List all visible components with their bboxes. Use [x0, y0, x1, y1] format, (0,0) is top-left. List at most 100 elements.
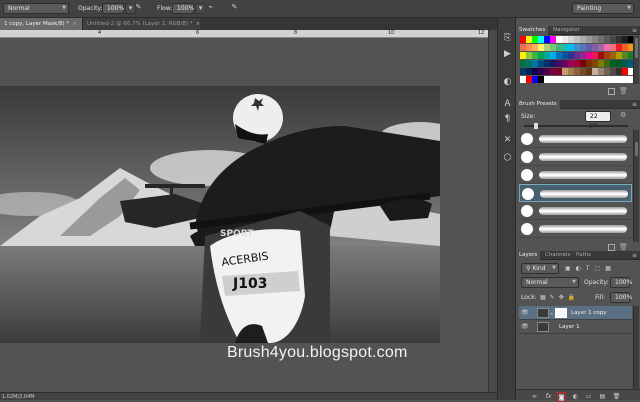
color-swatch[interactable]: [592, 52, 598, 60]
color-swatch[interactable]: [598, 76, 604, 84]
tab-layer-mask-document[interactable]: 1 copy, Layer Mask/8) * ×: [0, 18, 82, 30]
new-swatch-icon[interactable]: [608, 88, 615, 95]
panel-menu-icon[interactable]: ≡: [632, 251, 637, 260]
color-swatch[interactable]: [550, 76, 556, 84]
color-swatch[interactable]: [604, 36, 610, 44]
color-icon[interactable]: ◐: [501, 76, 514, 89]
pressure-size-icon[interactable]: ✎: [229, 3, 240, 14]
pressure-opacity-icon[interactable]: ✎: [133, 3, 144, 14]
color-swatch[interactable]: [550, 44, 556, 52]
color-swatch[interactable]: [598, 36, 604, 44]
color-swatch[interactable]: [544, 68, 550, 76]
color-swatch[interactable]: [598, 68, 604, 76]
layer-blend-select[interactable]: Normal ▼: [521, 277, 579, 288]
color-swatch[interactable]: [592, 60, 598, 68]
tab-untitled-2[interactable]: Untitled-2 @ 66.7% (Layer 2, RGB/8) * ×: [82, 18, 200, 30]
panel-menu-icon[interactable]: ≡: [632, 100, 637, 109]
color-swatch[interactable]: [592, 76, 598, 84]
panel-menu-icon[interactable]: ≡: [632, 26, 637, 35]
color-swatch[interactable]: [616, 68, 622, 76]
color-swatch[interactable]: [520, 44, 526, 52]
color-swatch[interactable]: [568, 68, 574, 76]
color-swatch[interactable]: [574, 76, 580, 84]
swatches-scrollbar[interactable]: [633, 36, 639, 84]
chain-link-icon[interactable]: ∞: [550, 311, 553, 316]
color-swatch[interactable]: [520, 52, 526, 60]
tab-paths[interactable]: Paths: [573, 251, 594, 260]
color-swatch[interactable]: [526, 44, 532, 52]
fill-input[interactable]: 100%: [610, 292, 632, 303]
color-swatch[interactable]: [556, 68, 562, 76]
brush-preset-item[interactable]: [519, 220, 632, 238]
color-swatch[interactable]: [586, 44, 592, 52]
color-swatch[interactable]: [580, 76, 586, 84]
brush-preset-item[interactable]: [519, 166, 632, 184]
color-swatch[interactable]: [574, 52, 580, 60]
color-swatch[interactable]: [610, 36, 616, 44]
color-swatch[interactable]: [520, 68, 526, 76]
color-swatch[interactable]: [580, 52, 586, 60]
tab-channels[interactable]: Channels: [542, 251, 573, 260]
color-swatch[interactable]: [556, 52, 562, 60]
new-brush-icon[interactable]: [608, 244, 615, 251]
color-swatch[interactable]: [520, 60, 526, 68]
brush-size-input[interactable]: 22 px: [585, 111, 611, 129]
color-swatch[interactable]: [562, 52, 568, 60]
color-swatch[interactable]: [574, 44, 580, 52]
color-swatch[interactable]: [550, 52, 556, 60]
color-swatch[interactable]: [562, 68, 568, 76]
close-icon[interactable]: ×: [196, 21, 201, 27]
color-swatch[interactable]: [586, 60, 592, 68]
color-swatch[interactable]: [532, 36, 538, 44]
swatches-grid[interactable]: [520, 36, 634, 84]
color-swatch[interactable]: [562, 76, 568, 84]
color-swatch[interactable]: [562, 44, 568, 52]
color-swatch[interactable]: [586, 52, 592, 60]
color-swatch[interactable]: [622, 76, 628, 84]
color-swatch[interactable]: [616, 36, 622, 44]
color-swatch[interactable]: [544, 52, 550, 60]
color-swatch[interactable]: [592, 68, 598, 76]
color-swatch[interactable]: [580, 68, 586, 76]
layer-filter-icons[interactable]: ▣◐T⬚▦: [565, 263, 635, 274]
color-swatch[interactable]: [568, 36, 574, 44]
color-swatch[interactable]: [532, 76, 538, 84]
color-swatch[interactable]: [538, 52, 544, 60]
tab-layers[interactable]: Layers: [516, 251, 541, 260]
color-swatch[interactable]: [538, 76, 544, 84]
color-swatch[interactable]: [610, 76, 616, 84]
color-swatch[interactable]: [568, 52, 574, 60]
color-swatch[interactable]: [604, 52, 610, 60]
color-swatch[interactable]: [520, 76, 526, 84]
brush-preset-item[interactable]: [519, 148, 632, 166]
scroll-thumb[interactable]: [635, 142, 638, 156]
3d-icon[interactable]: ⬡: [501, 152, 514, 165]
color-swatch[interactable]: [556, 60, 562, 68]
color-swatch[interactable]: [526, 36, 532, 44]
color-swatch[interactable]: [550, 60, 556, 68]
blend-mode-select[interactable]: Normal ▼: [3, 3, 69, 14]
color-swatch[interactable]: [556, 76, 562, 84]
color-swatch[interactable]: [556, 44, 562, 52]
eye-icon[interactable]: 👁: [521, 309, 529, 316]
color-swatch[interactable]: [598, 52, 604, 60]
color-swatch[interactable]: [622, 52, 628, 60]
color-swatch[interactable]: [550, 68, 556, 76]
color-swatch[interactable]: [610, 68, 616, 76]
layer-name[interactable]: Layer 1: [559, 320, 580, 334]
brush-preset-item-selected[interactable]: [519, 184, 632, 202]
color-swatch[interactable]: [526, 52, 532, 60]
tab-swatches[interactable]: Swatches: [516, 26, 549, 35]
color-swatch[interactable]: [532, 44, 538, 52]
color-swatch[interactable]: [568, 44, 574, 52]
color-swatch[interactable]: [526, 68, 532, 76]
opacity-input[interactable]: 100%: [102, 3, 124, 14]
history-icon[interactable]: ⎘: [501, 32, 514, 45]
layer-row-layer-1-copy[interactable]: 👁 ∞ Layer 1 copy: [519, 306, 632, 320]
color-swatch[interactable]: [622, 60, 628, 68]
color-swatch[interactable]: [538, 36, 544, 44]
color-swatch[interactable]: [622, 44, 628, 52]
color-swatch[interactable]: [544, 36, 550, 44]
color-swatch[interactable]: [568, 76, 574, 84]
layers-scrollbar[interactable]: [633, 306, 639, 394]
